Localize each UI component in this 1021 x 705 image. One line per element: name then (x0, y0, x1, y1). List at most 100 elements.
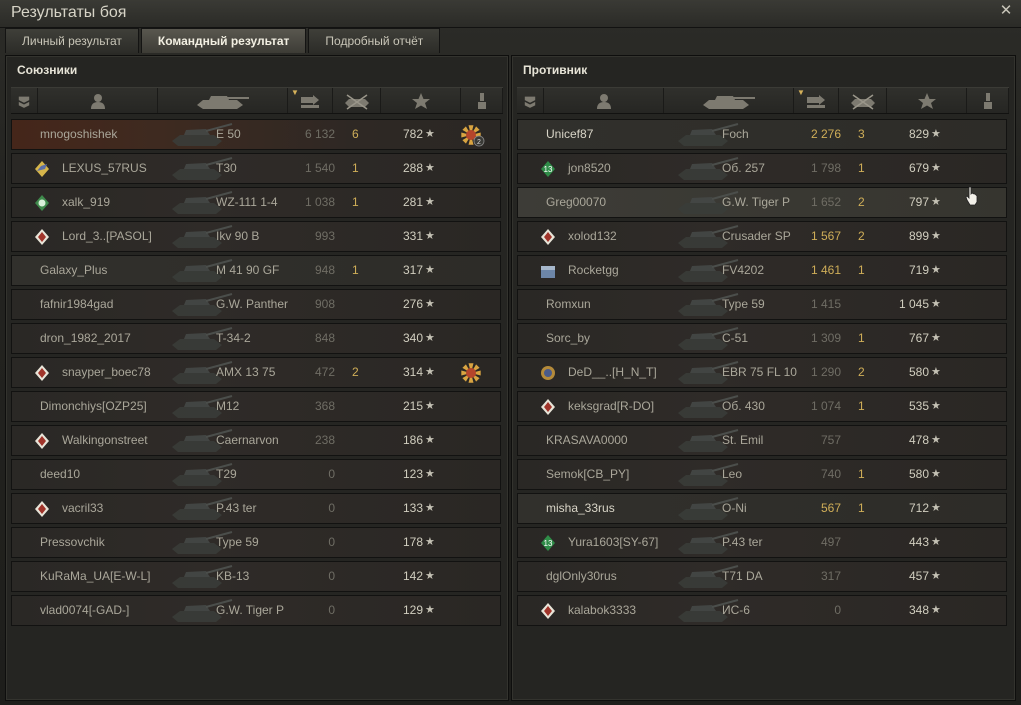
allies-header-damage[interactable]: ▼ (288, 88, 333, 113)
allies-player-row[interactable]: vacril33 P.43 ter 0 133 ★ (11, 493, 501, 524)
allies-header-xp[interactable] (381, 88, 461, 113)
enemies-player-row[interactable]: 13 Yura1603[SY-67] P.43 ter 497 443 ★ (517, 527, 1007, 558)
enemies-player-row[interactable]: keksgrad[R-DO] Об. 430 1 074 1 535 ★ (517, 391, 1007, 422)
player-name[interactable]: LEXUS_57RUS (62, 154, 147, 183)
enemies-player-row[interactable]: xolod132 Crusader SP 1 567 2 899 ★ (517, 221, 1007, 252)
enemies-player-row[interactable]: dglOnly30rus T71 DA 317 457 ★ (517, 561, 1007, 592)
tab-team-result[interactable]: Командный результат (140, 28, 307, 53)
player-name[interactable]: mnogoshishek (40, 120, 117, 149)
player-name[interactable]: Greg00070 (546, 188, 606, 217)
enemies-player-row[interactable]: Sorc_by C-51 1 309 1 767 ★ (517, 323, 1007, 354)
vehicle-name: G.W. Tiger P (216, 603, 285, 617)
allies-player-row[interactable]: LEXUS_57RUS T30 1 540 1 288 ★ (11, 153, 501, 184)
allies-player-row[interactable]: Lord_3..[PASOL] Ikv 90 B 993 331 ★ (11, 221, 501, 252)
allies-player-row[interactable]: vlad0074[-GAD-] G.W. Tiger P 0 129 ★ (11, 595, 501, 626)
enemies-player-row[interactable]: misha_33rus O-Ni 567 1 712 ★ (517, 493, 1007, 524)
player-name[interactable]: fafnir1984gad (40, 290, 113, 319)
tab-detailed-report[interactable]: Подробный отчёт (308, 28, 441, 53)
enemies-header-xp[interactable] (887, 88, 967, 113)
tab-personal-result[interactable]: Личный результат (5, 28, 139, 53)
close-icon[interactable]: ✕ (997, 2, 1015, 20)
allies-header-vehicle[interactable] (158, 88, 288, 113)
xp-value: 276 (402, 297, 423, 311)
player-name[interactable]: snayper_boec78 (62, 358, 151, 387)
vehicle-name: G.W. Tiger P (722, 195, 791, 209)
player-name[interactable]: dglOnly30rus (546, 562, 617, 591)
enemies-header-damage[interactable]: ▼ (794, 88, 839, 113)
star-icon: ★ (931, 366, 941, 378)
player-name[interactable]: Semok[CB_PY] (546, 460, 629, 489)
enemies-header-frags[interactable] (839, 88, 887, 113)
player-name[interactable]: misha_33rus (546, 494, 615, 523)
allies-player-row[interactable]: snayper_boec78 AMX 13 75 472 2 314 ★ (11, 357, 501, 388)
enemies-player-row[interactable]: Romxun Type 59 1 415 1 045 ★ (517, 289, 1007, 320)
vehicle-name: Type 59 (216, 535, 259, 549)
player-name[interactable]: vlad0074[-GAD-] (40, 596, 129, 625)
xp-value: 829 (908, 127, 929, 141)
player-name[interactable]: KuRaMa_UA[E-W-L] (40, 562, 150, 591)
title-bar: Результаты боя ✕ (0, 0, 1021, 28)
enemies-player-row[interactable]: kalabok3333 ИС-6 0 348 ★ (517, 595, 1007, 626)
player-name[interactable]: xolod132 (568, 222, 617, 251)
vehicle-name: Caernarvon (216, 433, 279, 447)
allies-player-row[interactable]: deed10 T29 0 123 ★ (11, 459, 501, 490)
enemies-player-row[interactable]: Unicef87 Foch 2 276 3 829 ★ (517, 119, 1007, 150)
player-icon (596, 93, 611, 109)
enemies-header-medals[interactable] (967, 88, 1009, 113)
player-name[interactable]: DeD__..[H_N_T] (568, 358, 657, 387)
player-name[interactable]: Sorc_by (546, 324, 590, 353)
enemies-player-row[interactable]: 13 jon8520 Об. 257 1 798 1 679 ★ (517, 153, 1007, 184)
allies-player-row[interactable]: mnogoshishek E 50 6 132 6 782 ★ 2 (11, 119, 501, 150)
allies-player-row[interactable]: fafnir1984gad G.W. Panther 908 276 ★ (11, 289, 501, 320)
player-name[interactable]: dron_1982_2017 (40, 324, 131, 353)
vehicle-name: T-34-2 (216, 331, 251, 345)
medal-icon[interactable] (459, 361, 485, 385)
player-name[interactable]: KRASAVA0000 (546, 426, 628, 455)
vehicle-name: Leo (722, 467, 743, 481)
allies-header-frags[interactable] (333, 88, 381, 113)
player-name[interactable]: Dimonchiys[OZP25] (40, 392, 147, 421)
enemies-header-vehicle[interactable] (664, 88, 794, 113)
player-name[interactable]: Galaxy_Plus (40, 256, 107, 285)
player-name[interactable]: jon8520 (568, 154, 611, 183)
vehicle-name: T29 (216, 467, 237, 481)
enemies-player-row[interactable]: DeD__..[H_N_T] EBR 75 FL 10 1 290 2 580 ★ (517, 357, 1007, 388)
allies-player-row[interactable]: dron_1982_2017 T-34-2 848 340 ★ (11, 323, 501, 354)
star-icon: ★ (425, 298, 435, 310)
player-name[interactable]: Rocketgg (568, 256, 619, 285)
player-name[interactable]: xalk_919 (62, 188, 110, 217)
allies-player-row[interactable]: xalk_919 WZ-111 1-4 1 038 1 281 ★ (11, 187, 501, 218)
frags-value: 1 (858, 399, 865, 413)
player-name[interactable]: keksgrad[R-DO] (568, 392, 654, 421)
enemies-header-squad[interactable] (517, 88, 544, 113)
player-name[interactable]: Pressovchik (40, 528, 105, 557)
allies-player-row[interactable]: Dimonchiys[OZP25] M12 368 215 ★ (11, 391, 501, 422)
allies-player-row[interactable]: Pressovchik Type 59 0 178 ★ (11, 527, 501, 558)
frags-value (352, 222, 364, 251)
player-name[interactable]: Lord_3..[PASOL] (62, 222, 152, 251)
allies-header-medals[interactable] (461, 88, 503, 113)
enemies-title: Противник (523, 63, 588, 77)
allies-header-player[interactable] (38, 88, 158, 113)
enemies-player-row[interactable]: KRASAVA0000 St. Emil 757 478 ★ (517, 425, 1007, 456)
box-badge-icon (541, 266, 555, 278)
enemies-player-row[interactable]: Semok[CB_PY] Leo 740 1 580 ★ (517, 459, 1007, 490)
player-name[interactable]: Romxun (546, 290, 591, 319)
enemies-header-player[interactable] (544, 88, 664, 113)
squad-icon (18, 96, 30, 108)
enemies-player-row[interactable]: Rocketgg FV4202 1 461 1 719 ★ (517, 255, 1007, 286)
player-name[interactable]: kalabok3333 (568, 596, 636, 625)
player-name[interactable]: Yura1603[SY-67] (568, 528, 658, 557)
allies-player-row[interactable]: Walkingonstreet Caernarvon 238 186 ★ (11, 425, 501, 456)
player-name[interactable]: Walkingonstreet (62, 426, 148, 455)
allies-header-squad[interactable] (11, 88, 38, 113)
allies-player-row[interactable]: Galaxy_Plus M 41 90 GF 948 1 317 ★ (11, 255, 501, 286)
star-icon: ★ (931, 230, 941, 242)
player-name[interactable]: Unicef87 (546, 120, 593, 149)
enemies-player-row[interactable]: Greg00070 G.W. Tiger P 1 652 2 797 ★ (517, 187, 1007, 218)
allies-player-row[interactable]: KuRaMa_UA[E-W-L] KB-13 0 142 ★ (11, 561, 501, 592)
medal-icon[interactable]: 2 (459, 123, 485, 147)
damage-value: 740 (820, 467, 841, 481)
player-name[interactable]: deed10 (40, 460, 80, 489)
player-name[interactable]: vacril33 (62, 494, 103, 523)
